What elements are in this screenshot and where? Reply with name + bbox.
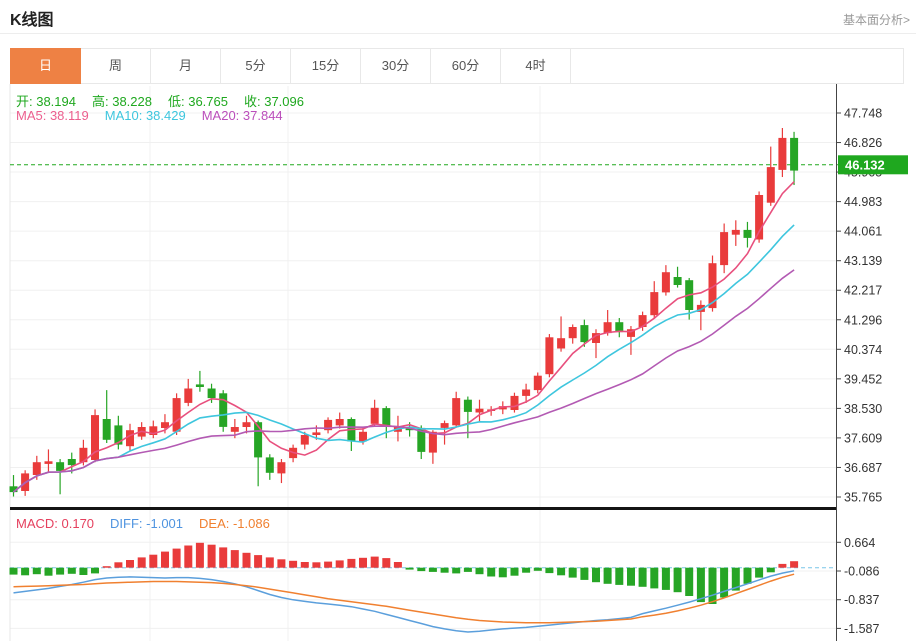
y-axis-label: 40.374	[844, 343, 882, 357]
y-axis-label: 47.748	[844, 107, 882, 121]
svg-text:46.132: 46.132	[845, 157, 885, 172]
ma10-line	[14, 225, 795, 492]
macd-axis-label: -0.837	[844, 593, 879, 607]
macd-axis-label: -0.086	[844, 565, 879, 579]
y-axis-label: 43.139	[844, 254, 882, 268]
y-axis-label: 44.983	[844, 195, 882, 209]
y-axis-label: 38.530	[844, 402, 882, 416]
price-tag: 46.132	[838, 155, 908, 174]
macd-axis-label: -1.587	[844, 622, 879, 636]
macd-histogram	[10, 543, 799, 604]
y-axis-label: 41.296	[844, 313, 882, 327]
ma20-line	[14, 270, 795, 492]
kline-page: K线图 基本面分析> 日周月5分15分30分60分4时 开: 38.194高: …	[0, 0, 916, 641]
candles-layer	[10, 128, 799, 497]
y-axis-label: 35.765	[844, 491, 882, 505]
macd-axis-label: 0.664	[844, 536, 875, 550]
grid-layer	[10, 84, 836, 641]
y-axis-label: 44.061	[844, 225, 882, 239]
y-axis-label: 37.609	[844, 431, 882, 445]
y-axis-label: 46.826	[844, 136, 882, 150]
kline-chart-canvas[interactable]: 47.74846.82645.90544.98344.06143.13942.2…	[0, 0, 916, 641]
y-axis-label: 36.687	[844, 461, 882, 475]
y-axis-label: 42.217	[844, 284, 882, 298]
y-axis-label: 39.452	[844, 372, 882, 386]
